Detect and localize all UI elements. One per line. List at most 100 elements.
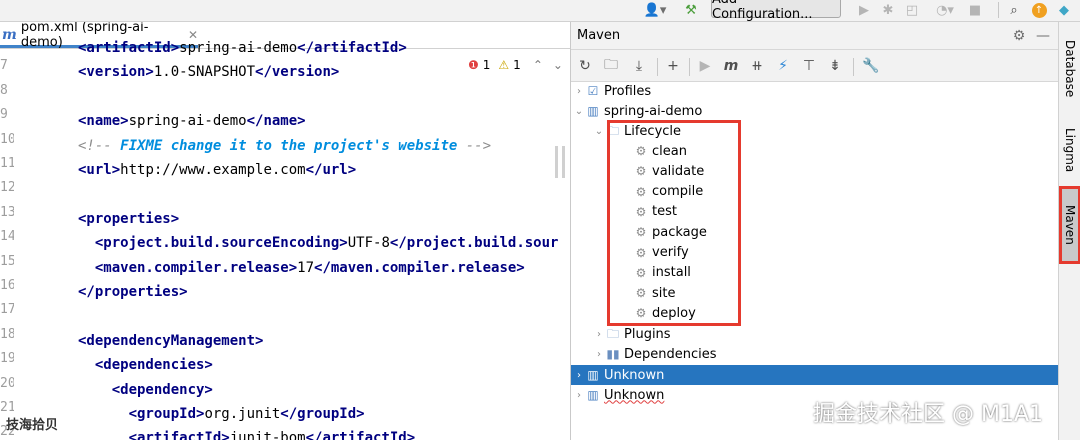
build-hammer-icon[interactable]: ⚒ bbox=[680, 0, 702, 20]
profile-icon[interactable]: ◔▾ bbox=[928, 0, 962, 20]
add-configuration-button[interactable]: Add Configuration... bbox=[711, 0, 841, 22]
chevron-right-icon[interactable]: › bbox=[573, 390, 585, 401]
run-icon[interactable]: ▶ bbox=[854, 0, 874, 20]
lifecycle-phase-site[interactable]: ⚙ site bbox=[571, 283, 1058, 303]
line-number: 20 bbox=[0, 375, 14, 391]
show-dependencies-icon[interactable]: ⊤ bbox=[799, 56, 819, 76]
lifecycle-phase-compile[interactable]: ⚙ compile bbox=[571, 182, 1058, 202]
search-icon[interactable]: ⌕ bbox=[1004, 0, 1024, 20]
plugins-folder-icon: 🗀 bbox=[606, 327, 619, 341]
add-icon[interactable]: + bbox=[663, 56, 683, 76]
chevron-right-icon[interactable]: › bbox=[573, 370, 585, 381]
chevron-right-icon[interactable]: › bbox=[593, 349, 605, 360]
tree-item-label: compile bbox=[652, 184, 704, 200]
main-toolbar: 👤▾ ⚒ Add Configuration... ▶ ✱ ◰ ◔▾ ■ ⌕ ↑… bbox=[0, 0, 1080, 22]
code-line: <dependency> bbox=[111, 381, 213, 398]
code-line: <maven.compiler.release>17</maven.compil… bbox=[94, 259, 525, 276]
maven-title: Maven bbox=[577, 28, 621, 43]
code-line: <artifactId>junit-bom</artifactId> bbox=[128, 430, 416, 440]
chevron-down-icon[interactable]: ⌄ bbox=[573, 106, 585, 117]
code-line: <version>1.0-SNAPSHOT</version> bbox=[78, 64, 340, 81]
warning-count: 1 bbox=[513, 58, 521, 72]
minimize-icon[interactable]: — bbox=[1033, 26, 1053, 46]
tree-item-label: clean bbox=[652, 143, 687, 159]
line-number: 14 bbox=[0, 229, 14, 245]
lingma-tab-label: Lingma bbox=[1063, 127, 1077, 173]
tree-item-label: Lifecycle bbox=[624, 123, 682, 139]
code-line: <name>spring-ai-demo</name> bbox=[78, 113, 306, 130]
line-number: 11 bbox=[0, 156, 14, 171]
code-line: <!-- FIXME change it to the project's we… bbox=[78, 137, 492, 154]
execute-goal-icon[interactable]: m bbox=[721, 56, 741, 76]
profiles-icon: ☑ bbox=[587, 84, 599, 98]
line-number: 12 bbox=[0, 180, 14, 196]
tree-item-project[interactable]: ⌄ ▥ spring-ai-demo bbox=[571, 101, 1058, 121]
maven-tab[interactable]: Maven bbox=[1059, 186, 1080, 264]
chevron-right-icon[interactable]: › bbox=[573, 86, 585, 97]
line-number: 17 bbox=[0, 302, 14, 318]
stop-icon[interactable]: ■ bbox=[966, 0, 984, 20]
code-line: <url>http://www.example.com</url> bbox=[78, 162, 357, 178]
inspection-widget[interactable]: ❶ 1 ⚠ 1 ⌃ ⌄ bbox=[468, 56, 567, 74]
line-number: 16 bbox=[0, 278, 14, 293]
line-number: 15 bbox=[0, 253, 14, 269]
lifecycle-phase-clean[interactable]: ⚙ clean bbox=[571, 141, 1058, 161]
tree-item-label: Profiles bbox=[604, 83, 652, 99]
gear-icon: ⚙ bbox=[635, 164, 647, 179]
tree-item-label: site bbox=[652, 285, 676, 301]
chevron-down-icon[interactable]: ⌄ bbox=[593, 126, 605, 137]
tree-item-label: spring-ai-demo bbox=[604, 103, 703, 119]
update-icon[interactable]: ↑ bbox=[1030, 0, 1048, 20]
previous-highlight-icon[interactable]: ⌃ bbox=[533, 58, 543, 72]
gear-icon: ⚙ bbox=[635, 286, 647, 301]
wrench-icon[interactable]: 🔧 bbox=[861, 56, 881, 76]
code-line: <groupId>org.junit</groupId> bbox=[128, 406, 365, 422]
gear-icon: ⚙ bbox=[635, 184, 647, 199]
skip-tests-icon[interactable]: ⚡ bbox=[773, 56, 793, 76]
tree-item-label: validate bbox=[652, 163, 705, 179]
next-highlight-icon[interactable]: ⌄ bbox=[553, 58, 563, 72]
database-tab[interactable]: Database bbox=[1059, 30, 1080, 108]
chevron-right-icon[interactable]: › bbox=[593, 329, 605, 340]
code-line: <project.build.sourceEncoding>UTF-8</pro… bbox=[94, 235, 559, 252]
lifecycle-phase-package[interactable]: ⚙ package bbox=[571, 222, 1058, 242]
code-editor[interactable]: m pom.xml (spring-ai-demo) ✕ ❶ 1 ⚠ 1 ⌃ ⌄… bbox=[0, 22, 570, 440]
debug-icon[interactable]: ✱ bbox=[878, 0, 898, 20]
lifecycle-phase-verify[interactable]: ⚙ verify bbox=[571, 243, 1058, 263]
line-number: 18 bbox=[0, 326, 14, 342]
toggle-offline-icon[interactable]: ⧺ bbox=[747, 56, 767, 76]
plugin-logo-icon[interactable]: ◆ bbox=[1054, 0, 1074, 20]
lifecycle-phase-validate[interactable]: ⚙ validate bbox=[571, 161, 1058, 181]
lifecycle-phase-install[interactable]: ⚙ install bbox=[571, 263, 1058, 283]
user-icon[interactable]: 👤▾ bbox=[640, 0, 670, 20]
tree-item-plugins[interactable]: › 🗀 Plugins bbox=[571, 324, 1058, 344]
download-icon[interactable]: ⤓ bbox=[629, 56, 649, 76]
coverage-icon[interactable]: ◰ bbox=[902, 0, 922, 20]
tree-item-label: Unknown bbox=[604, 387, 665, 403]
lifecycle-phase-test[interactable]: ⚙ test bbox=[571, 202, 1058, 222]
reload-icon[interactable]: ↻ bbox=[575, 56, 595, 76]
maven-project-icon: ▥ bbox=[587, 388, 599, 402]
dependencies-icon: ▮▮ bbox=[606, 347, 620, 361]
error-icon: ❶ bbox=[468, 58, 479, 72]
line-number: 13 bbox=[0, 204, 14, 220]
editor-scroll-marker bbox=[555, 146, 565, 178]
lingma-tab[interactable]: Lingma bbox=[1059, 118, 1080, 182]
lifecycle-phase-deploy[interactable]: ⚙ deploy bbox=[571, 303, 1058, 323]
tree-item-label: Plugins bbox=[624, 326, 671, 342]
tree-item-label: test bbox=[652, 204, 677, 220]
tree-item-dependencies[interactable]: › ▮▮ Dependencies bbox=[571, 344, 1058, 364]
tree-item-lifecycle[interactable]: ⌄ 🗀 Lifecycle bbox=[571, 121, 1058, 141]
tree-item-label: Unknown bbox=[604, 367, 665, 383]
gear-icon[interactable]: ⚙ bbox=[1009, 26, 1029, 46]
collapse-all-icon[interactable]: ⇟ bbox=[825, 56, 845, 76]
tree-item-profiles[interactable]: › ☑ Profiles bbox=[571, 81, 1058, 101]
code-line: <artifactId>spring-ai-demo</artifactId> bbox=[78, 40, 407, 56]
tree-item-label: Dependencies bbox=[624, 346, 717, 362]
maven-toolbar: ↻ 🗀 ⤓ + ▶ m ⧺ ⚡ ⊤ ⇟ 🔧 bbox=[571, 50, 1058, 82]
tree-item-unknown-selected[interactable]: › ▥ Unknown bbox=[571, 365, 1058, 385]
tree-item-label: deploy bbox=[652, 305, 696, 321]
generate-sources-icon[interactable]: 🗀 bbox=[601, 56, 621, 76]
run-maven-icon[interactable]: ▶ bbox=[695, 56, 715, 76]
maven-project-icon: ▥ bbox=[587, 368, 599, 382]
